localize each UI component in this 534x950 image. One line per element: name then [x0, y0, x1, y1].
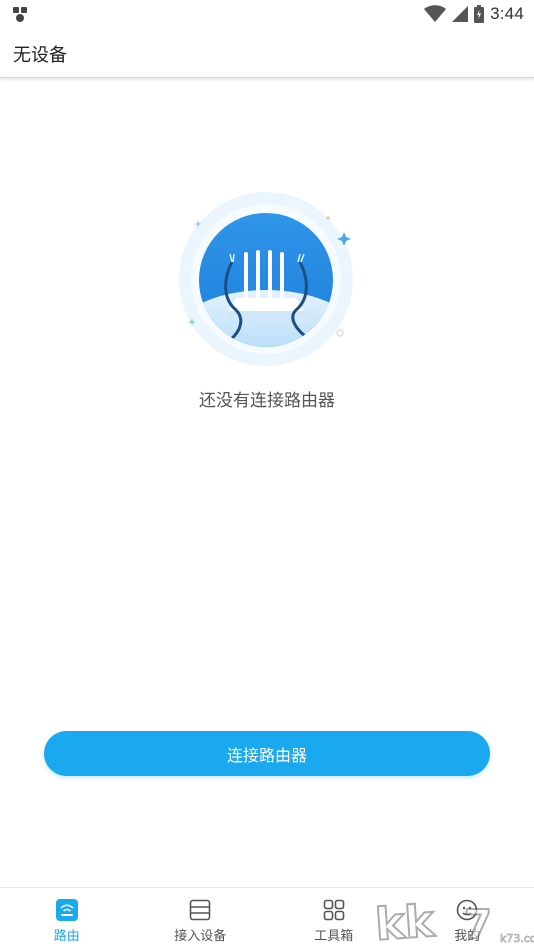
connect-router-label: 连接路由器 — [226, 745, 307, 765]
svg-text:7: 7 — [464, 902, 492, 948]
battery-icon — [474, 5, 485, 23]
device-list-icon — [189, 899, 211, 921]
watermark-text: k73.com — [500, 932, 534, 945]
status-bar: 3:44 — [0, 0, 534, 28]
wifi-router-icon — [55, 899, 78, 921]
status-time: 3:44 — [490, 4, 524, 23]
grid-icon — [323, 899, 345, 921]
notification-icon — [13, 7, 27, 22]
watermark-logo: kk 7 k73.com — [373, 895, 534, 950]
router-icon — [179, 192, 353, 366]
wifi-icon — [424, 5, 447, 22]
tab-router[interactable]: 路由 — [0, 888, 134, 950]
signal-icon — [452, 6, 469, 22]
tab-label: 路由 — [53, 929, 80, 944]
app-bar: 无设备 — [0, 28, 534, 78]
tab-label: 工具箱 — [314, 929, 354, 944]
tab-connected-devices[interactable]: 接入设备 — [134, 888, 268, 950]
page-title: 无设备 — [13, 45, 67, 66]
connect-router-button[interactable]: 连接路由器 — [44, 731, 490, 776]
tab-label: 接入设备 — [174, 929, 227, 944]
empty-state-message: 还没有连接路由器 — [199, 391, 335, 411]
svg-text:kk: kk — [374, 896, 438, 950]
